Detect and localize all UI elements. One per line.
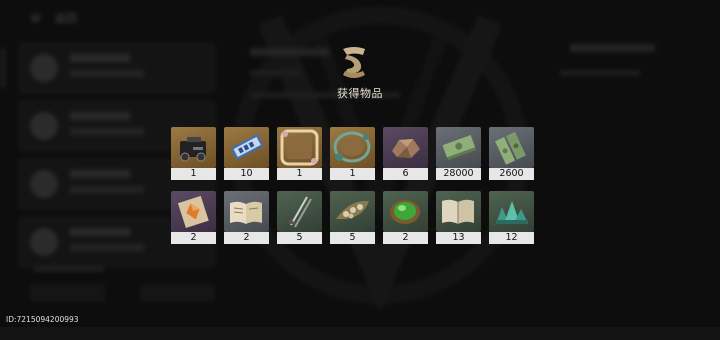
item-count: 10 xyxy=(224,168,269,180)
item-count: 5 xyxy=(277,232,322,244)
item-count: 28000 xyxy=(436,168,481,180)
manual-icon xyxy=(442,199,474,224)
reward-row-1: 1 10 1 1 6 28000 2600 xyxy=(171,127,537,183)
reward-item[interactable]: 1 xyxy=(277,127,322,181)
reward-item[interactable]: 6 xyxy=(383,127,428,181)
blades-icon xyxy=(288,196,312,228)
ore-chunk-icon xyxy=(392,139,420,158)
weapon-kit-icon xyxy=(180,137,206,162)
reward-item[interactable]: 12 xyxy=(489,191,534,245)
reward-item[interactable]: 5 xyxy=(330,191,375,245)
open-book-icon xyxy=(230,201,262,224)
item-count: 2 xyxy=(383,232,428,244)
reward-title: 获得物品 xyxy=(337,87,383,100)
reward-item[interactable]: 10 xyxy=(224,127,269,181)
green-orb-icon xyxy=(390,200,420,224)
reward-item[interactable]: 1 xyxy=(171,127,216,181)
item-count: 12 xyxy=(489,232,534,244)
item-count: 5 xyxy=(330,232,375,244)
item-count: 13 xyxy=(436,232,481,244)
reward-item[interactable]: 28000 xyxy=(436,127,481,181)
leaf-frame-icon xyxy=(333,131,371,163)
item-count: 1 xyxy=(171,168,216,180)
item-count: 2 xyxy=(171,232,216,244)
seed-pod-icon xyxy=(336,200,369,220)
reward-item[interactable]: 2 xyxy=(224,191,269,245)
reward-scroll-icon xyxy=(343,47,365,78)
item-count: 2600 xyxy=(489,168,534,180)
item-count: 1 xyxy=(277,168,322,180)
reward-item[interactable]: 2 xyxy=(383,191,428,245)
item-count: 2 xyxy=(224,232,269,244)
item-count: 1 xyxy=(330,168,375,180)
crystal-cluster-icon xyxy=(496,201,528,224)
cash-stack-icon xyxy=(442,134,477,161)
reward-item[interactable]: 5 xyxy=(277,191,322,245)
reward-row-2: 2 2 5 5 2 13 12 xyxy=(171,191,537,247)
reward-item[interactable]: 2600 xyxy=(489,127,534,181)
reward-item[interactable]: 2 xyxy=(171,191,216,245)
ticket-scroll-icon xyxy=(230,134,264,160)
reward-item[interactable]: 13 xyxy=(436,191,481,245)
ornate-frame-icon xyxy=(280,129,319,166)
item-count: 6 xyxy=(383,168,428,180)
cash-bills-icon xyxy=(495,131,526,165)
reward-grid: 1 10 1 1 6 28000 2600 2 2 5 5 2 13 12 xyxy=(171,127,537,255)
reward-item[interactable]: 1 xyxy=(330,127,375,181)
user-id-label: ID:7215094200993 xyxy=(6,315,79,324)
gem-card-icon xyxy=(177,195,209,229)
